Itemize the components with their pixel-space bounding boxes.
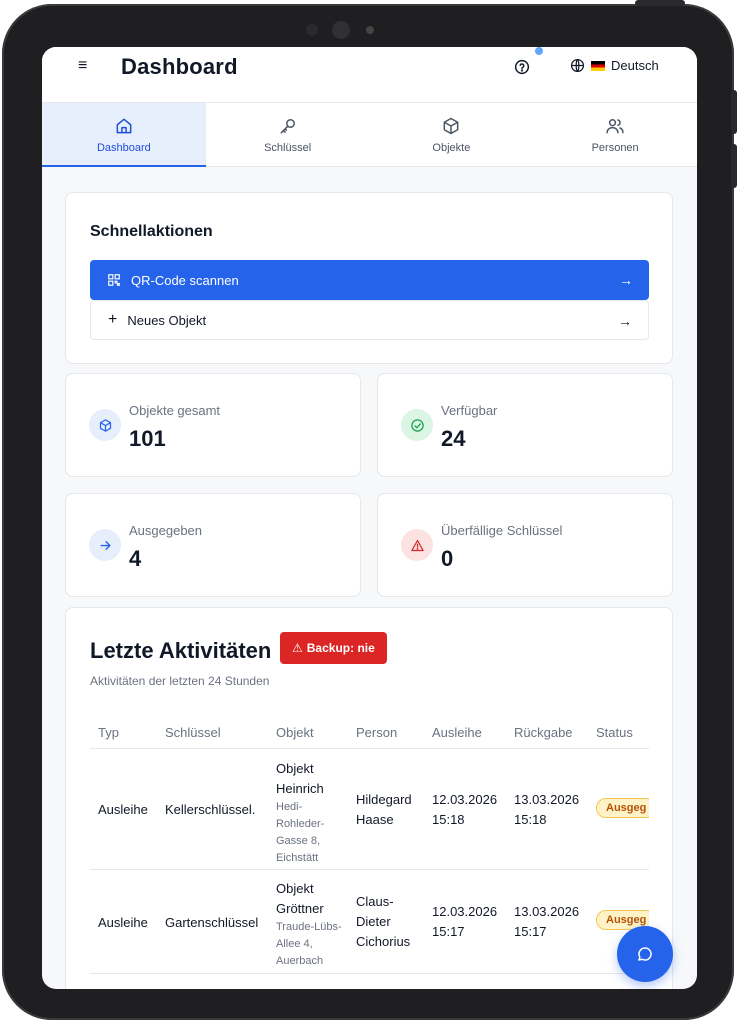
stat-card-issued[interactable]: Ausgegeben 4	[65, 493, 361, 597]
activity-title: Letzte Aktivitäten	[90, 638, 272, 663]
tab-schluessel[interactable]: Schlüssel	[206, 103, 370, 167]
volume-up-button	[731, 90, 737, 134]
volume-down-button	[731, 144, 737, 188]
tab-label: Personen	[591, 142, 639, 154]
qr-code-icon	[108, 274, 120, 286]
stat-label: Überfällige Schlüssel	[441, 523, 563, 538]
column-header-rueckgabe[interactable]: Rückgabe	[514, 725, 586, 740]
check-circle-icon	[401, 409, 433, 441]
cell-objekt: Objekt Gröttner Traude-Lübs-Allee 4, Aue…	[276, 879, 350, 970]
object-address: Traude-Lübs-Allee 4, Auerbach	[276, 921, 342, 967]
help-icon[interactable]	[514, 59, 530, 75]
app-screen: ≡ Dashboard Deutsch Dashboard Schlüssel …	[42, 47, 697, 989]
sensor-dot-icon	[366, 26, 374, 34]
cell-schluessel: Gartenschlüssel	[165, 915, 259, 930]
quick-actions-card: Schnellaktionen QR-Code scannen → + Neue…	[65, 192, 673, 364]
cell-objekt: Objekt Heinrich Hedi-Rohleder-Gasse 8, E…	[276, 759, 350, 867]
quick-actions-title: Schnellaktionen	[90, 223, 213, 240]
status-badge: Ausgeg	[596, 798, 649, 818]
notification-dot	[535, 47, 543, 55]
language-switcher[interactable]: Deutsch	[570, 58, 659, 73]
key-icon	[280, 119, 295, 134]
language-label: Deutsch	[611, 58, 659, 73]
column-header-schluessel[interactable]: Schlüssel	[165, 725, 221, 740]
cell-ausleihe: 12.03.2026 15:18	[432, 792, 498, 827]
chat-icon	[638, 947, 652, 961]
cell-schluessel: Kellerschlüssel.	[165, 802, 256, 817]
globe-icon	[570, 58, 585, 73]
german-flag-icon	[591, 60, 605, 71]
stat-label: Objekte gesamt	[129, 403, 221, 418]
tab-label: Objekte	[432, 142, 471, 154]
cell-ausleihe: 12.03.2026 15:17	[432, 904, 498, 939]
activity-table: Typ Schlüssel Objekt Person Ausleihe Rüc…	[90, 713, 649, 974]
cell-person: Claus-Dieter Cichorius	[356, 894, 411, 949]
tab-dashboard[interactable]: Dashboard	[42, 103, 206, 167]
box-icon	[89, 409, 121, 441]
sensor-icon	[306, 24, 318, 36]
column-header-typ[interactable]: Typ	[98, 725, 119, 740]
stat-value: 24	[441, 426, 466, 451]
recent-activity-card: Letzte Aktivitäten ⚠ Backup: nie Aktivit…	[65, 607, 673, 989]
stat-card-overdue[interactable]: Überfällige Schlüssel 0	[377, 493, 673, 597]
arrow-right-icon: →	[618, 313, 632, 329]
stat-card-available[interactable]: Verfügbar 24	[377, 373, 673, 477]
arrow-right-icon	[89, 529, 121, 561]
tab-label: Dashboard	[96, 142, 151, 154]
stat-value: 101	[129, 426, 166, 451]
cell-typ: Ausleihe	[98, 802, 148, 817]
tab-label: Schlüssel	[264, 142, 312, 154]
page-title: Dashboard	[121, 54, 238, 79]
hamburger-menu-icon[interactable]: ≡	[78, 58, 92, 74]
object-address: Hedi-Rohleder-Gasse 8, Eichstätt	[276, 801, 325, 864]
stat-card-total[interactable]: Objekte gesamt 101	[65, 373, 361, 477]
object-name: Objekt Heinrich	[276, 761, 324, 796]
cell-rueckgabe: 13.03.2026 15:18	[514, 792, 580, 827]
box-icon	[443, 117, 459, 135]
cell-rueckgabe: 13.03.2026 15:17	[514, 904, 580, 939]
table-header: Typ Schlüssel Objekt Person Ausleihe Rüc…	[90, 713, 649, 749]
table-row[interactable]: Ausleihe Gartenschlüssel Objekt Gröttner…	[90, 870, 649, 974]
activity-subtitle: Aktivitäten der letzten 24 Stunden	[90, 674, 270, 688]
chat-button[interactable]	[617, 926, 673, 982]
scan-qr-label: QR-Code scannen	[131, 272, 239, 288]
stat-value: 4	[129, 546, 142, 571]
plus-icon: +	[108, 311, 118, 328]
new-object-button[interactable]: + Neues Objekt →	[90, 300, 649, 340]
top-header: ≡ Dashboard Deutsch	[42, 47, 697, 103]
arrow-right-icon: →	[619, 272, 633, 288]
warning-icon	[401, 529, 433, 561]
power-button	[635, 0, 685, 6]
column-header-status[interactable]: Status	[596, 725, 633, 740]
backup-status-badge[interactable]: ⚠ Backup: nie	[280, 632, 387, 664]
cell-typ: Ausleihe	[98, 915, 148, 930]
column-header-ausleihe[interactable]: Ausleihe	[432, 725, 504, 740]
tablet-frame: ≡ Dashboard Deutsch Dashboard Schlüssel …	[2, 0, 737, 1020]
object-name: Objekt Gröttner	[276, 881, 324, 916]
column-header-person[interactable]: Person	[356, 725, 426, 740]
users-icon	[606, 119, 624, 134]
stat-label: Verfügbar	[441, 403, 498, 418]
scan-qr-button[interactable]: QR-Code scannen →	[90, 260, 649, 300]
new-object-label: Neues Objekt	[127, 312, 207, 328]
stat-value: 0	[441, 546, 454, 571]
camera-icon	[332, 21, 350, 39]
stat-label: Ausgegeben	[129, 523, 203, 538]
main-tabs: Dashboard Schlüssel Objekte Personen	[42, 103, 697, 167]
warning-icon: ⚠	[292, 641, 303, 655]
backup-label: Backup: nie	[306, 641, 375, 655]
table-row[interactable]: Ausleihe Kellerschlüssel. Objekt Heinric…	[90, 749, 649, 870]
column-header-objekt[interactable]: Objekt	[276, 725, 350, 740]
tab-objekte[interactable]: Objekte	[370, 103, 534, 167]
cell-person: Hildegard Haase	[356, 792, 412, 827]
home-icon	[116, 118, 132, 134]
tab-personen[interactable]: Personen	[533, 103, 697, 167]
